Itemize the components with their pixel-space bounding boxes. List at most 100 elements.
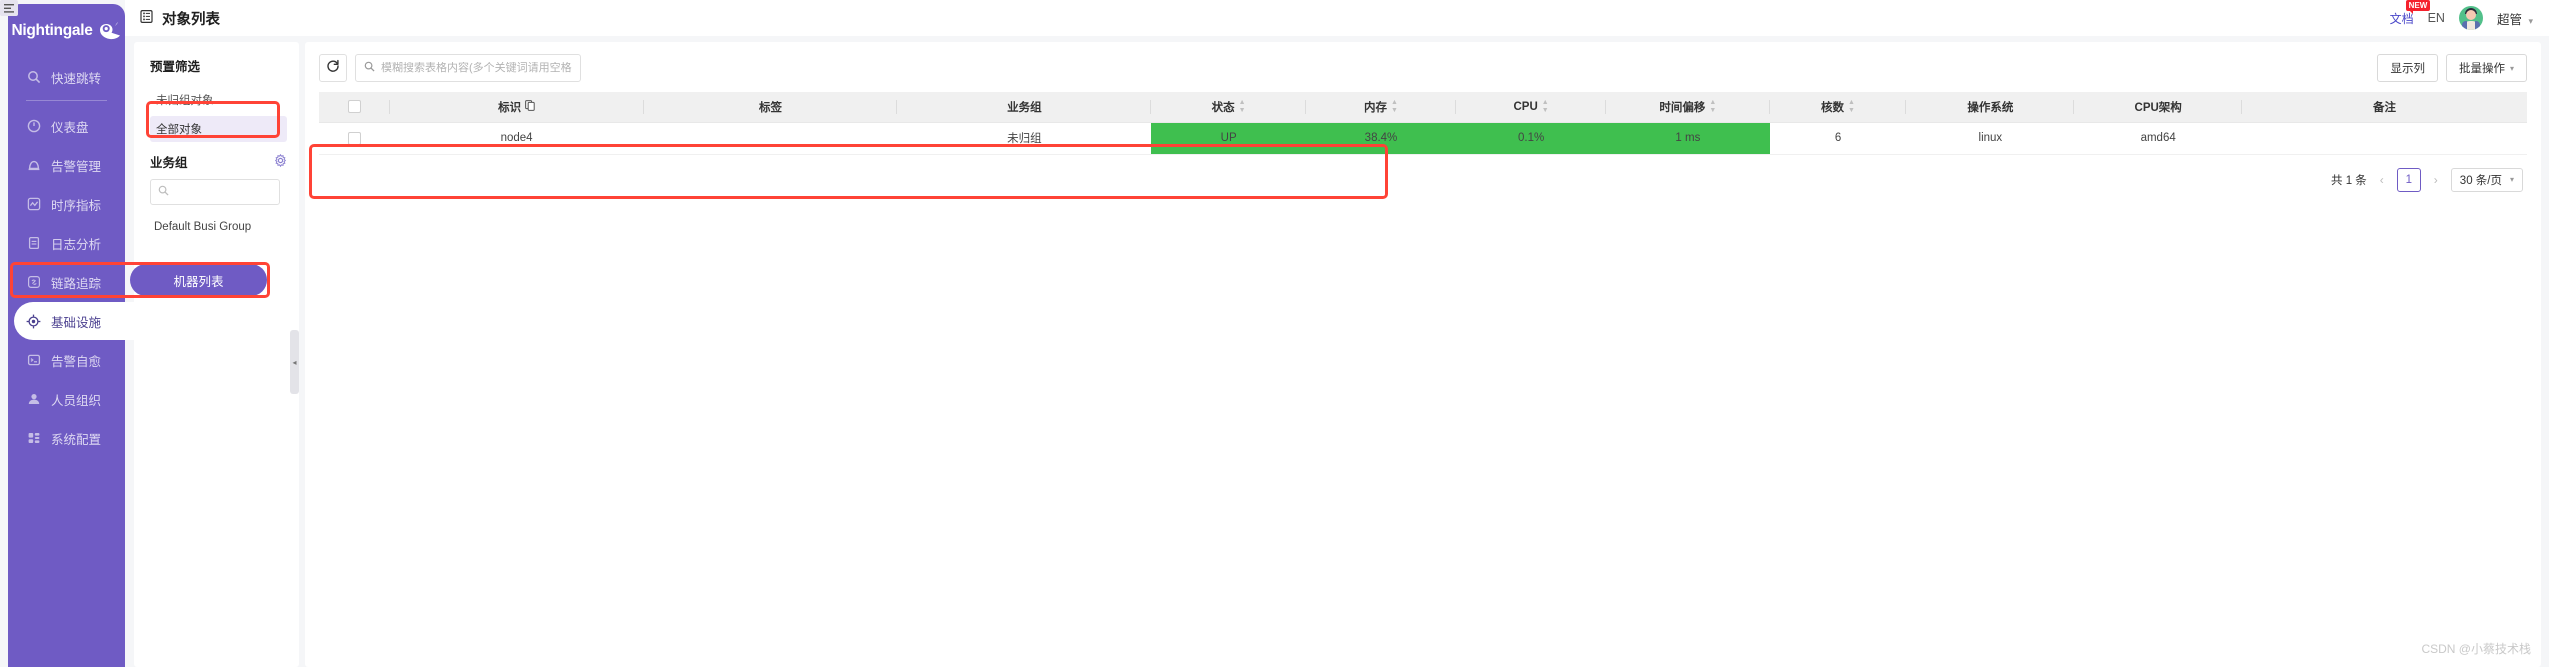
sidebar-item-quick-jump[interactable]: 快速跳转	[14, 58, 119, 96]
objects-table-wrapper: 标识 标签 业务组 状态 ▲ ▼ 内存 ▲ ▼ CPU ▲ ▼ 时间偏移 ▲ ▼…	[319, 92, 2527, 155]
sort-icon[interactable]: ▲ ▼	[1709, 99, 1716, 114]
sidebar-item-label: 快速跳转	[51, 71, 102, 86]
pagination-page-1[interactable]: 1	[2396, 167, 2421, 192]
column-label: 时间偏移	[1659, 101, 1706, 114]
chevron-down-icon: ▾	[2509, 175, 2514, 184]
gear-settings-icon[interactable]	[274, 153, 287, 170]
row-checkbox-cell	[319, 122, 390, 155]
business-group-header: 业务组	[150, 152, 287, 171]
sidebar-item-tracing[interactable]: 链路追踪	[14, 263, 119, 301]
column-header-cores[interactable]: 核数 ▲ ▼	[1769, 92, 1907, 123]
select-all-header	[319, 92, 390, 123]
chevron-left-icon[interactable]: ‹	[2377, 173, 2387, 187]
avatar-body	[2461, 21, 2480, 30]
link-chain-icon	[26, 275, 41, 290]
user-menu-button[interactable]: 超管 ▾	[2497, 9, 2533, 28]
cell-cpu: 0.1%	[1456, 122, 1607, 155]
sort-icon[interactable]: ▲ ▼	[1542, 99, 1549, 114]
brand-logo[interactable]: Nightingale	[8, 4, 125, 52]
column-header-os[interactable]: 操作系统	[1906, 92, 2075, 123]
business-group-search-input[interactable]	[169, 186, 264, 198]
show-columns-button[interactable]: 显示列	[2377, 54, 2438, 82]
sidebar-item-personnel[interactable]: 人员组织	[14, 380, 119, 418]
sidebar-item-dashboard[interactable]: 仪表盘	[14, 107, 119, 145]
terminal-console-icon	[26, 353, 41, 368]
show-columns-label: 显示列	[2390, 63, 2425, 75]
cell-status: UP	[1151, 122, 1306, 155]
table-header-row: 标识 标签 业务组 状态 ▲ ▼ 内存 ▲ ▼ CPU ▲ ▼ 时间偏移 ▲ ▼…	[319, 92, 2527, 123]
toolbar-right-actions: 显示列 批量操作 ▾	[2377, 54, 2527, 82]
table-search-box[interactable]	[355, 54, 581, 82]
cell-note	[2242, 122, 2527, 155]
sidebar-item-system-config[interactable]: 系统配置	[14, 419, 119, 457]
bird-logo-icon	[98, 21, 122, 41]
machine-list-button[interactable]: 机器列表	[130, 264, 267, 296]
column-label: 标识	[498, 101, 522, 114]
page-size-select[interactable]: 30 条/页 ▾	[2450, 167, 2523, 192]
row-checkbox[interactable]	[347, 131, 361, 145]
column-label: CPU架构	[2134, 101, 2182, 114]
table-body: node4 未归组 UP 38.4% 0.1% 1 ms 6 linux amd…	[319, 122, 2527, 155]
column-label: 业务组	[1007, 101, 1042, 114]
sidebar-item-infrastructure[interactable]: 基础设施	[14, 302, 154, 340]
filter-ungrouped-objects[interactable]: 未归组对象	[150, 87, 287, 113]
sidebar-item-label: 链路追踪	[51, 276, 102, 291]
column-header-status[interactable]: 状态 ▲ ▼	[1151, 92, 1306, 123]
column-header-cpu-arch[interactable]: CPU架构	[2074, 92, 2243, 123]
copy-icon[interactable]	[525, 99, 535, 114]
user-person-icon	[26, 392, 41, 407]
avatar[interactable]	[2458, 6, 2483, 30]
sort-icon[interactable]: ▲ ▼	[1848, 99, 1855, 114]
column-header-memory[interactable]: 内存 ▲ ▼	[1305, 92, 1457, 123]
preset-filter-panel: 预置筛选 未归组对象 全部对象 业务组 Default Busi Group	[134, 42, 299, 667]
list-database-icon	[139, 9, 154, 28]
cell-cores: 6	[1769, 122, 1907, 155]
top-header-bar: 对象列表 文档 NEW EN 超管 ▾	[125, 0, 2549, 36]
select-all-checkbox[interactable]	[347, 100, 361, 114]
chevron-down-icon: ▾	[2509, 63, 2514, 73]
sidebar-item-metrics[interactable]: 时序指标	[14, 185, 119, 223]
target-crosshair-icon	[26, 314, 41, 329]
sidebar-item-label: 系统配置	[51, 432, 102, 447]
watermark: CSDN @小蔡技术栈	[2421, 642, 2531, 656]
refresh-button[interactable]	[319, 54, 347, 82]
table-row[interactable]: node4 未归组 UP 38.4% 0.1% 1 ms 6 linux amd…	[319, 122, 2527, 155]
column-label: CPU	[1513, 100, 1538, 113]
column-header-note[interactable]: 备注	[2242, 92, 2527, 123]
search-input[interactable]	[381, 62, 572, 74]
sidebar-item-alarm-management[interactable]: 告警管理	[14, 146, 119, 184]
column-header-cpu[interactable]: CPU ▲ ▼	[1456, 92, 1607, 123]
search-icon	[158, 183, 169, 201]
batch-operations-label: 批量操作	[2458, 63, 2505, 75]
sidebar-collapse-button[interactable]	[0, 0, 18, 16]
table-toolbar: 显示列 批量操作 ▾	[319, 54, 2527, 82]
column-header-business-group[interactable]: 业务组	[897, 92, 1152, 123]
sidebar-item-label: 告警管理	[51, 159, 102, 174]
sidebar-menu: 快速跳转 仪表盘 告警管理 时序指标 日志分析 链路追踪 基础设施 告警自愈 人…	[8, 58, 154, 457]
business-group-item[interactable]: Default Busi Group	[150, 217, 287, 237]
alarm-bell-icon	[26, 158, 41, 173]
brand-name: Nightingale	[11, 22, 93, 39]
sort-icon[interactable]: ▲ ▼	[1239, 99, 1246, 114]
sidebar-item-self-healing[interactable]: 告警自愈	[14, 341, 119, 379]
object-list-card: 显示列 批量操作 ▾	[305, 42, 2541, 667]
panel-collapse-handle[interactable]: ◂	[290, 330, 299, 394]
cell-ident: node4	[389, 122, 644, 155]
sidebar-divider	[26, 100, 107, 101]
search-icon	[26, 70, 41, 85]
column-header-tags[interactable]: 标签	[643, 92, 898, 123]
column-header-ident[interactable]: 标识	[389, 92, 644, 123]
sort-icon[interactable]: ▲ ▼	[1391, 99, 1398, 114]
line-chart-icon	[26, 197, 41, 212]
table-header: 标识 标签 业务组 状态 ▲ ▼ 内存 ▲ ▼ CPU ▲ ▼ 时间偏移 ▲ ▼…	[319, 92, 2527, 123]
column-label: 备注	[2373, 101, 2397, 114]
batch-operations-button[interactable]: 批量操作 ▾	[2445, 54, 2527, 82]
chevron-right-icon[interactable]: ›	[2431, 173, 2441, 187]
filter-all-objects[interactable]: 全部对象	[150, 116, 287, 142]
documentation-link[interactable]: 文档 NEW	[2390, 0, 2431, 27]
business-group-search-box[interactable]	[150, 179, 280, 205]
cell-time-offset: 1 ms	[1606, 122, 1770, 155]
language-switch-button[interactable]: EN	[2428, 11, 2445, 25]
sidebar-item-log-analysis[interactable]: 日志分析	[14, 224, 119, 262]
column-header-time-offset[interactable]: 时间偏移 ▲ ▼	[1606, 92, 1770, 123]
